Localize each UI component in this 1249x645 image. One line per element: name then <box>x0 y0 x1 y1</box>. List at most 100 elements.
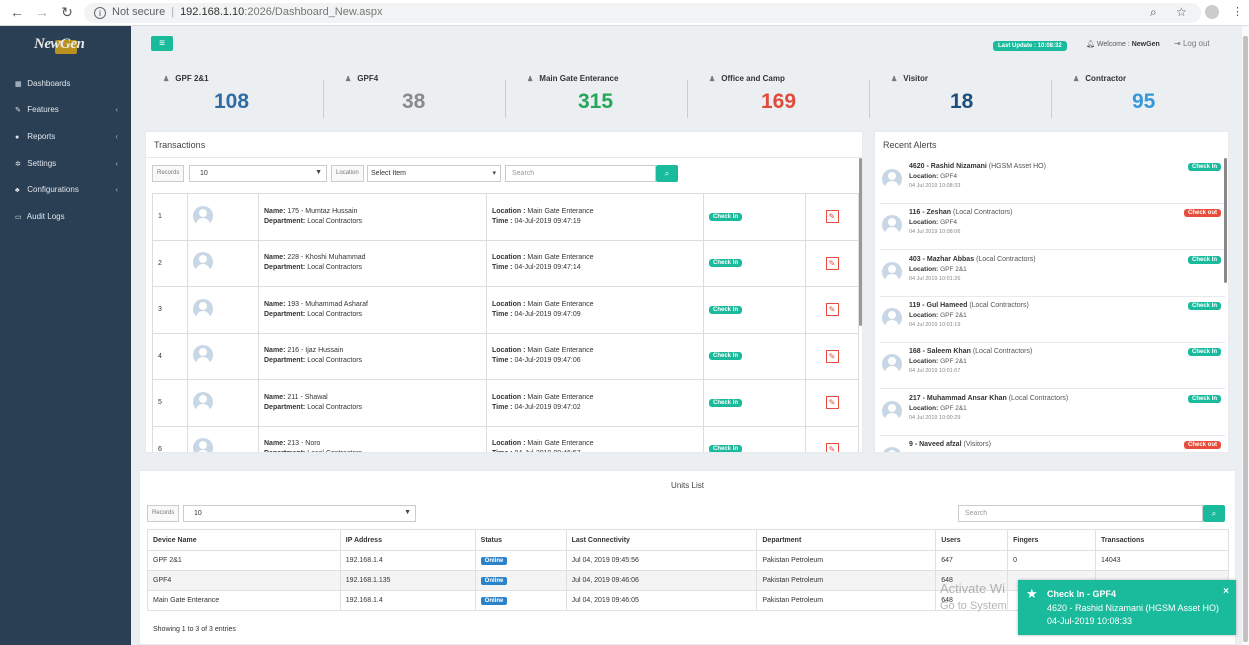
bookmark-star-icon[interactable]: ☆ <box>1176 5 1187 19</box>
records-label: Records <box>152 165 185 182</box>
location-cell: Location : Main Gate Enterance Time : 04-… <box>486 286 704 334</box>
time-value: 04-Jul-2019 09:47:02 <box>514 403 581 411</box>
stat-divider <box>687 80 688 118</box>
stat-label: ♟ Visitor <box>891 74 1055 83</box>
sidebar-item-dashboards[interactable]: ▦ Dashboards <box>15 77 120 91</box>
column-header[interactable]: Transactions <box>1095 529 1229 551</box>
zoom-icon[interactable]: ⌕ <box>1150 5 1157 20</box>
sidebar-item-settings[interactable]: ✲ Settings ‹ <box>15 157 120 171</box>
monitor-icon: ▭ <box>15 214 22 221</box>
page-scrollbar-thumb[interactable] <box>1243 36 1248 642</box>
info-icon[interactable]: i <box>94 7 106 19</box>
avatar <box>882 400 902 421</box>
alert-item[interactable]: 168 - Saleem Khan (Local Contractors) Loc… <box>880 343 1225 390</box>
transactions-panel: Transactions Records 10 ▼ Location Select… <box>145 131 863 453</box>
department-label: Department: <box>264 357 306 365</box>
location-cell: Location : Main Gate Enterance Time : 04-… <box>486 193 704 241</box>
stat-value: 18 <box>950 90 974 113</box>
table-row: 3 Name: 193 - Muhammad Asharaf Department:… <box>152 286 859 334</box>
location-label: Location <box>331 165 364 182</box>
location-value: Main Gate Enterance <box>527 254 594 262</box>
stat-label-text: GPF4 <box>357 74 379 83</box>
check-in-toast[interactable]: ★ Check In - GPF4 4620 - Rashid Nizamani… <box>1018 580 1236 635</box>
edit-icon[interactable]: ✎ <box>825 396 839 410</box>
transactions-search-input[interactable]: Search <box>505 165 656 182</box>
page-scrollbar[interactable] <box>1242 26 1249 645</box>
column-header[interactable]: Department <box>756 529 937 551</box>
profile-icon[interactable] <box>1205 5 1219 19</box>
alert-item[interactable]: 217 - Muhammad Ansar Khan (Local Contrac… <box>880 390 1225 436</box>
column-header[interactable]: Last Connectivity <box>565 529 758 551</box>
sidebar-item-audit-logs[interactable]: ▭ Audit Logs <box>15 210 120 224</box>
column-header[interactable]: Status <box>474 529 567 551</box>
sidebar-item-configurations[interactable]: ♣ Configurations ‹ <box>15 183 120 197</box>
sidebar-item-features[interactable]: ✎ Features ‹ <box>15 103 120 117</box>
location-select[interactable]: Select Item ▾ <box>367 165 501 182</box>
back-icon[interactable]: ← <box>8 4 26 20</box>
table-cell: Main Gate Enterance <box>147 590 341 611</box>
transactions-search-button[interactable]: ⌕ <box>656 165 678 182</box>
table-row: GPF 2&1 192.168.1.4 Online Jul 04, 2019 09:… <box>147 550 1229 571</box>
edit-icon[interactable]: ✎ <box>825 303 839 317</box>
column-header[interactable]: Fingers <box>1007 529 1097 551</box>
status-badge: Check In <box>1187 348 1221 357</box>
logout-label: Log out <box>1182 39 1210 48</box>
transactions-title: Transactions <box>146 132 862 158</box>
forward-icon[interactable]: → <box>33 4 51 20</box>
edit-icon[interactable]: ✎ <box>825 256 839 270</box>
name-label: Name: <box>264 300 286 308</box>
stat-label: ♟ Office and Camp <box>709 74 873 83</box>
status-cell: Check In <box>703 425 806 452</box>
edit-cell: ✎ <box>805 193 859 241</box>
name-label: Name: <box>264 440 286 448</box>
edit-icon[interactable]: ✎ <box>825 442 839 452</box>
column-header[interactable]: Users <box>935 529 1009 551</box>
alert-group: (Visitors) <box>963 440 991 448</box>
sidebar-item-reports[interactable]: ● Reports ‹ <box>15 130 120 144</box>
reload-icon[interactable]: ↻ <box>58 4 76 21</box>
status-badge: Check In <box>709 212 743 221</box>
column-header[interactable]: Device Name <box>147 529 341 551</box>
edit-icon[interactable]: ✎ <box>825 210 839 224</box>
records-select[interactable]: 10 ▼ <box>189 165 327 182</box>
status-badge: Check In <box>1187 301 1221 310</box>
alert-item[interactable]: 4620 - Rashid Nizamani (HGSM Asset HO) Lo… <box>880 158 1225 204</box>
employee-department: Local Contractors <box>307 450 362 452</box>
edit-icon: ✎ <box>15 107 21 114</box>
transactions-scrollbar[interactable] <box>859 158 862 326</box>
units-search-input[interactable]: Search <box>958 505 1203 522</box>
close-icon[interactable]: × <box>1223 586 1229 597</box>
status-badge: Check In <box>709 352 743 361</box>
alert-item[interactable]: 9 - Naveed afzal (Visitors) Check out <box>880 436 1225 452</box>
status-cell: Check In <box>703 286 806 334</box>
chevron-left-icon: ‹ <box>115 159 118 168</box>
location-cell: Location : Main Gate Enterance Time : 04-… <box>486 239 704 287</box>
more-menu-icon[interactable]: ⋮ <box>1232 5 1243 18</box>
table-cell: 647 <box>935 550 1009 571</box>
alert-item[interactable]: 403 - Mazhar Abbas (Local Contractors) Lo… <box>880 251 1225 297</box>
sitemap-icon: ♣ <box>15 187 20 194</box>
user-icon: ♟ <box>345 76 352 83</box>
department-label: Department: <box>264 310 306 318</box>
alert-item[interactable]: 119 - Gul Hameed (Local Contractors) Loca… <box>880 297 1225 343</box>
units-records-select[interactable]: 10 ▼ <box>183 505 416 522</box>
sidebar-item-label: Settings <box>27 159 57 168</box>
name-cell: Name: 193 - Muhammad Asharaf Department: … <box>258 286 487 334</box>
toast-line-2: 04-Jul-2019 10:08:33 <box>1047 616 1133 626</box>
location-label: Location : <box>492 393 526 401</box>
stat-gpf4: ♟ GPF4 38 <box>323 74 509 118</box>
units-search-button[interactable]: ⌕ <box>1203 505 1225 522</box>
logout-link[interactable]: ⇥ Log out <box>1174 39 1210 48</box>
employee-name: 175 - Mumtaz Hussain <box>287 207 358 215</box>
edit-icon[interactable]: ✎ <box>825 349 839 363</box>
column-header[interactable]: IP Address <box>339 529 476 551</box>
alert-item[interactable]: 116 - Zeshan (Local Contractors) Location… <box>880 204 1225 251</box>
logo[interactable]: NewGen <box>34 36 100 60</box>
alerts-scrollbar[interactable] <box>1224 158 1227 283</box>
menu-toggle-button[interactable]: ≡ <box>151 36 173 51</box>
avatar <box>882 354 902 375</box>
location-value: Main Gate Enterance <box>527 440 594 448</box>
search-icon: ⌕ <box>664 169 670 178</box>
address-bar[interactable]: i Not secure | 192.168.1.10:2026/Dashboard_… <box>84 3 1201 23</box>
employee-department: Local Contractors <box>307 310 363 318</box>
